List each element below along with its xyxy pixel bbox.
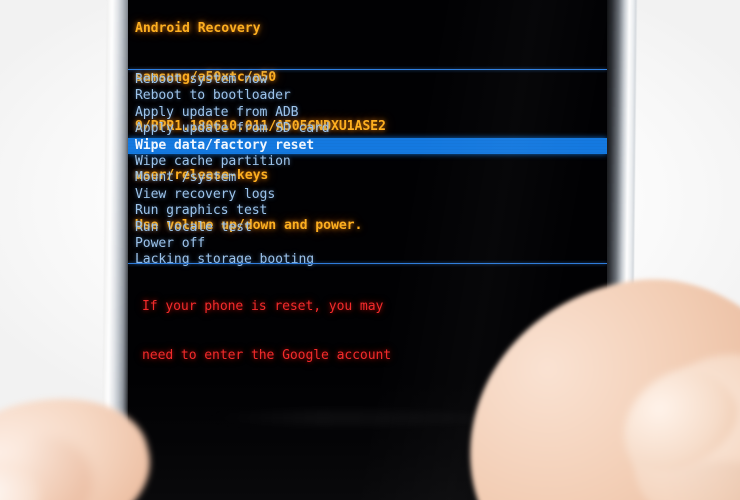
menu-item-reboot-to-bootloader[interactable]: Reboot to bootloader — [128, 88, 607, 104]
menu-item-power-off[interactable]: Power off — [128, 236, 607, 252]
menu-item-reboot-system-now[interactable]: Reboot system now — [128, 72, 607, 88]
recovery-menu: Reboot system now Reboot to bootloader A… — [128, 72, 607, 269]
recovery-title: Android Recovery — [135, 20, 261, 36]
menu-item-run-locale-test[interactable]: Run locale test — [128, 220, 607, 236]
screenshot-root: Android Recovery samsung/a50xtc/a50 9/PP… — [0, 0, 740, 500]
warning-line-1: If your phone is reset, you may — [142, 298, 384, 314]
menu-item-view-recovery-logs[interactable]: View recovery logs — [128, 187, 607, 203]
factory-reset-warning: If your phone is reset, you may need to … — [142, 266, 391, 380]
menu-item-mount-system[interactable]: Mount /system — [128, 170, 607, 186]
menu-item-apply-update-from-sd-card[interactable]: Apply update from SD card — [128, 121, 607, 137]
menu-item-wipe-data-factory-reset[interactable]: Wipe data/factory reset — [128, 137, 607, 154]
menu-item-wipe-cache-partition[interactable]: Wipe cache partition — [128, 154, 607, 170]
screen-smudge — [200, 410, 500, 426]
menu-item-run-graphics-test[interactable]: Run graphics test — [128, 203, 607, 219]
menu-item-apply-update-from-adb[interactable]: Apply update from ADB — [128, 105, 607, 121]
warning-line-2: need to enter the Google account — [142, 348, 392, 364]
menu-divider — [128, 263, 607, 264]
header-divider — [128, 69, 607, 70]
